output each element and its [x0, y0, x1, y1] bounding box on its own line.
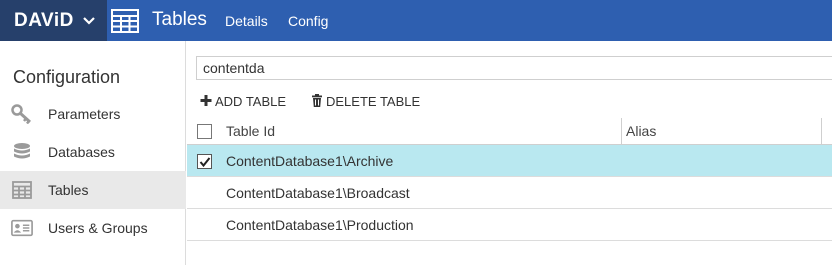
chevron-down-icon	[83, 17, 95, 25]
sidebar-item-label: Tables	[48, 182, 89, 198]
checkmark-icon	[199, 157, 211, 168]
nav-details-link[interactable]: Details	[225, 13, 268, 29]
brand-menu[interactable]: DAViD	[0, 0, 107, 41]
table-icon	[111, 9, 139, 33]
trash-icon	[312, 94, 322, 107]
app-title: Tables	[152, 9, 207, 30]
sidebar-item-databases[interactable]: Databases	[0, 133, 186, 171]
database-icon	[14, 143, 30, 159]
table-icon	[12, 181, 32, 199]
table-id-cell: ContentDatabase1\Archive	[226, 153, 394, 169]
sidebar-item-label: Parameters	[48, 106, 121, 122]
table-row[interactable]: ContentDatabase1\Archive	[187, 145, 832, 177]
row-checkbox[interactable]	[197, 154, 212, 169]
table-id-cell: ContentDatabase1\Production	[226, 217, 414, 233]
sidebar-heading: Configuration	[13, 67, 121, 87]
sidebar-item-users-groups[interactable]: Users & Groups	[0, 209, 186, 247]
id-card-icon	[11, 219, 33, 237]
search-input[interactable]	[196, 56, 832, 80]
grid-header: Table Id Alias	[187, 116, 832, 145]
sidebar-item-parameters[interactable]: Parameters	[0, 95, 186, 133]
table-row[interactable]: ContentDatabase1\Production	[187, 209, 832, 241]
brand-logo: DAViD	[14, 9, 74, 31]
select-all-checkbox[interactable]	[197, 124, 212, 139]
sidebar-item-label: Users & Groups	[48, 220, 148, 236]
tables-grid: Table Id Alias ContentDatabase1\Archive …	[187, 116, 832, 265]
sidebar-item-tables[interactable]: Tables	[0, 171, 186, 209]
plus-icon	[200, 95, 212, 106]
add-table-label: ADD TABLE	[215, 94, 287, 109]
top-bar: DAViD Tables Details Config	[0, 0, 832, 41]
delete-table-label: DELETE TABLE	[326, 94, 421, 109]
table-row[interactable]: ContentDatabase1\Broadcast	[187, 177, 832, 209]
key-icon	[11, 104, 32, 124]
column-divider[interactable]	[821, 118, 822, 145]
nav-config-link[interactable]: Config	[288, 13, 328, 29]
column-header-alias[interactable]: Alias	[626, 123, 656, 139]
table-id-cell: ContentDatabase1\Broadcast	[226, 185, 410, 201]
column-divider[interactable]	[621, 118, 622, 145]
sidebar: Configuration Parameters Databases Table…	[0, 41, 186, 265]
sidebar-item-label: Databases	[48, 144, 115, 160]
column-header-table-id[interactable]: Table Id	[226, 123, 275, 139]
